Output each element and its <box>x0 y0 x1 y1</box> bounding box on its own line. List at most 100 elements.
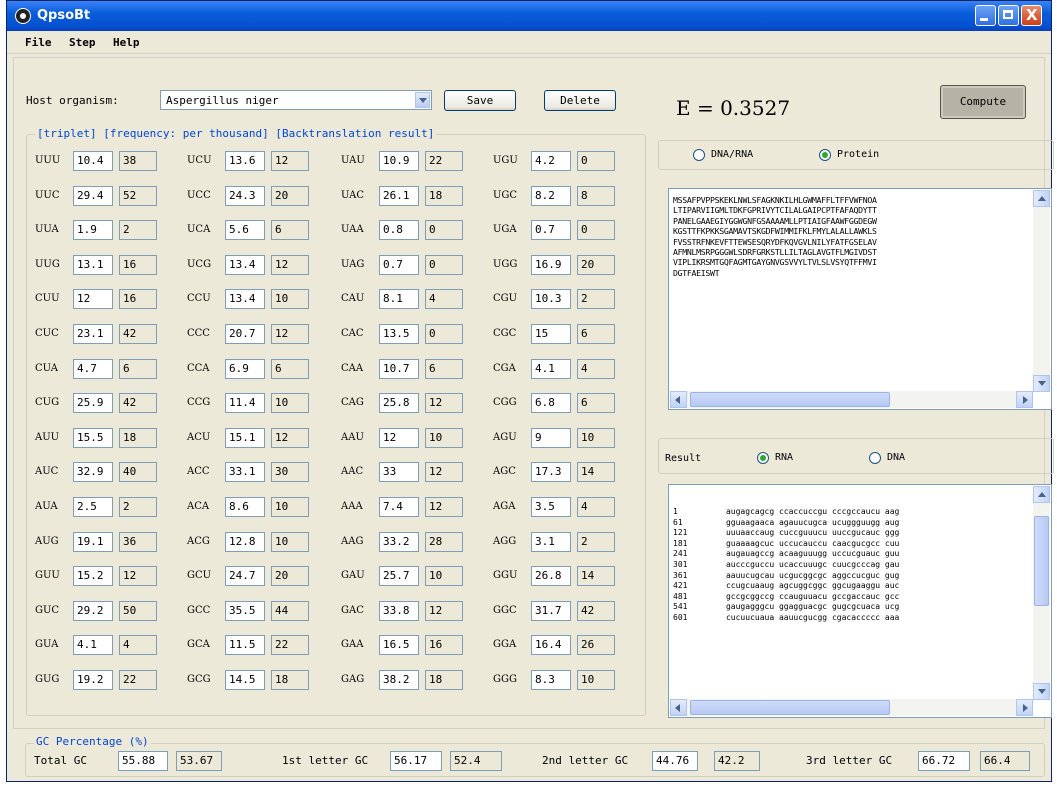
codon-frequency-field[interactable]: 8.2 <box>531 185 571 206</box>
codon-frequency-field[interactable]: 6.9 <box>225 358 265 379</box>
codon-frequency-field[interactable]: 6.8 <box>531 393 571 414</box>
menu-help[interactable]: Help <box>113 36 140 49</box>
scroll-down-icon[interactable] <box>1033 683 1050 700</box>
codon-frequency-field[interactable]: 8.6 <box>225 497 265 517</box>
codon-frequency-field[interactable]: 25.7 <box>379 566 419 587</box>
codon-frequency-field[interactable]: 16.9 <box>531 254 571 275</box>
codon-frequency-field[interactable]: 26.8 <box>531 566 571 587</box>
codon-frequency-field[interactable]: 13.1 <box>73 254 113 275</box>
codon-frequency-field[interactable]: 33.1 <box>225 462 265 483</box>
codon-frequency-field[interactable]: 3.5 <box>531 497 571 517</box>
codon-frequency-field[interactable]: 15.5 <box>73 427 113 448</box>
codon-frequency-field[interactable]: 8.3 <box>531 670 571 690</box>
minimize-icon[interactable] <box>975 5 996 26</box>
codon-frequency-field[interactable]: 4.7 <box>73 358 113 379</box>
codon-frequency-field[interactable]: 19.1 <box>73 531 113 552</box>
codon-frequency-field[interactable]: 0.8 <box>379 220 419 241</box>
total-gc-value[interactable]: 55.88 <box>118 751 168 771</box>
dna-radio[interactable] <box>869 452 881 464</box>
codon-frequency-field[interactable]: 11.5 <box>225 635 265 656</box>
codon-frequency-field[interactable]: 19.2 <box>73 670 113 690</box>
protein-radio[interactable] <box>819 149 831 161</box>
codon-frequency-field[interactable]: 2.5 <box>73 497 113 517</box>
result-vscroll[interactable] <box>1033 486 1050 700</box>
codon-frequency-field[interactable]: 13.6 <box>225 151 265 171</box>
codon-frequency-field[interactable]: 10.4 <box>73 151 113 171</box>
maximize-icon[interactable] <box>998 5 1019 26</box>
scroll-down-icon[interactable] <box>1033 375 1050 392</box>
rna-radio[interactable] <box>757 452 769 464</box>
codon-frequency-field[interactable]: 29.2 <box>73 600 113 621</box>
codon-frequency-field[interactable]: 4.1 <box>73 635 113 656</box>
result-hscroll-thumb[interactable] <box>690 700 890 715</box>
menu-file[interactable]: File <box>25 36 52 49</box>
scroll-left-icon[interactable] <box>670 391 687 408</box>
codon-frequency-field[interactable]: 35.5 <box>225 600 265 621</box>
codon-frequency-field[interactable]: 20.7 <box>225 324 265 344</box>
codon-frequency-field[interactable]: 32.9 <box>73 462 113 483</box>
codon-frequency-field[interactable]: 13.5 <box>379 324 419 344</box>
compute-button[interactable]: Compute <box>940 85 1026 119</box>
codon-frequency-field[interactable]: 15.2 <box>73 566 113 587</box>
result-sequence-box[interactable]: 1 augagcagcg ccaccuccgu cccgccaucu aag 61… <box>668 484 1052 718</box>
codon-frequency-field[interactable]: 12.8 <box>225 531 265 552</box>
protein-vscroll[interactable] <box>1033 190 1050 392</box>
codon-frequency-field[interactable]: 29.4 <box>73 185 113 206</box>
codon-frequency-field[interactable]: 38.2 <box>379 670 419 690</box>
codon-frequency-field[interactable]: 24.3 <box>225 185 265 206</box>
codon-frequency-field[interactable]: 1.9 <box>73 220 113 241</box>
third-gc-value[interactable]: 66.72 <box>918 751 970 771</box>
second-gc-value[interactable]: 44.76 <box>652 751 698 771</box>
codon-frequency-field[interactable]: 23.1 <box>73 324 113 344</box>
codon-frequency-field[interactable]: 13.4 <box>225 289 265 310</box>
codon-frequency-field[interactable]: 5.6 <box>225 220 265 241</box>
codon-frequency-field[interactable]: 24.7 <box>225 566 265 587</box>
menu-step[interactable]: Step <box>69 36 96 49</box>
dna-rna-radio[interactable] <box>693 149 705 161</box>
title-bar[interactable]: QpsoBt X <box>7 1 1051 31</box>
protein-hscroll[interactable] <box>670 391 1033 408</box>
codon-frequency-field[interactable]: 0.7 <box>531 220 571 241</box>
codon-frequency-field[interactable]: 3.1 <box>531 531 571 552</box>
codon-frequency-field[interactable]: 26.1 <box>379 185 419 206</box>
codon-frequency-field[interactable]: 10.9 <box>379 151 419 171</box>
codon-frequency-field[interactable]: 15.1 <box>225 427 265 448</box>
codon-frequency-field[interactable]: 10.3 <box>531 289 571 310</box>
codon-frequency-field[interactable]: 11.4 <box>225 393 265 414</box>
scroll-up-icon[interactable] <box>1033 190 1050 207</box>
codon-frequency-field[interactable]: 13.4 <box>225 254 265 275</box>
codon-frequency-field[interactable]: 16.4 <box>531 635 571 656</box>
codon-frequency-field[interactable]: 14.5 <box>225 670 265 690</box>
scroll-left-icon[interactable] <box>670 699 687 716</box>
codon-frequency-field[interactable]: 31.7 <box>531 600 571 621</box>
codon-frequency-field[interactable]: 9 <box>531 427 571 448</box>
codon-frequency-field[interactable]: 4.2 <box>531 151 571 171</box>
codon-frequency-field[interactable]: 12 <box>73 289 113 310</box>
host-organism-select[interactable]: Aspergillus niger <box>160 90 432 110</box>
codon-frequency-field[interactable]: 25.9 <box>73 393 113 414</box>
codon-frequency-field[interactable]: 33.2 <box>379 531 419 552</box>
first-gc-value[interactable]: 56.17 <box>390 751 442 771</box>
save-button[interactable]: Save <box>444 90 516 111</box>
codon-frequency-field[interactable]: 7.4 <box>379 497 419 517</box>
scroll-right-icon[interactable] <box>1016 391 1033 408</box>
close-icon[interactable]: X <box>1021 5 1042 26</box>
protein-sequence-box[interactable]: MSSAFPVPPSKEKLNWLSFAGKNKILHLGWMAFFLTFFVW… <box>668 188 1052 410</box>
codon-frequency-field[interactable]: 0.7 <box>379 254 419 275</box>
codon-frequency-field[interactable]: 12 <box>379 427 419 448</box>
dropdown-arrow-icon[interactable] <box>415 92 430 108</box>
codon-frequency-field[interactable]: 16.5 <box>379 635 419 656</box>
scroll-right-icon[interactable] <box>1016 699 1033 716</box>
codon-frequency-field[interactable]: 8.1 <box>379 289 419 310</box>
delete-button[interactable]: Delete <box>544 90 616 111</box>
result-vscroll-thumb[interactable] <box>1034 516 1049 606</box>
protein-hscroll-thumb[interactable] <box>690 392 890 407</box>
codon-frequency-field[interactable]: 15 <box>531 324 571 344</box>
codon-frequency-field[interactable]: 33.8 <box>379 600 419 621</box>
codon-frequency-field[interactable]: 17.3 <box>531 462 571 483</box>
codon-frequency-field[interactable]: 25.8 <box>379 393 419 414</box>
scroll-up-icon[interactable] <box>1033 486 1050 503</box>
codon-frequency-field[interactable]: 10.7 <box>379 358 419 379</box>
result-hscroll[interactable] <box>670 699 1033 716</box>
codon-frequency-field[interactable]: 33 <box>379 462 419 483</box>
